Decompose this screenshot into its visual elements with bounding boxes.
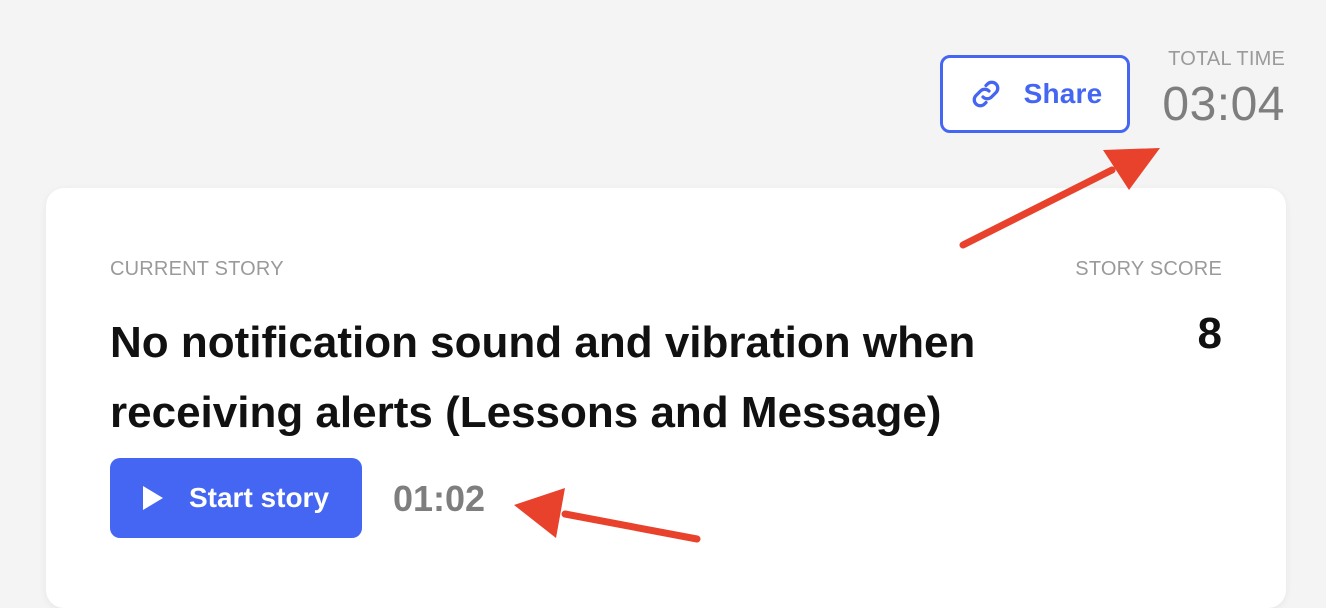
current-story-label: CURRENT STORY [110, 258, 284, 280]
total-time: TOTAL TIME 03:04 [1162, 48, 1285, 132]
total-time-value: 03:04 [1162, 78, 1285, 131]
share-button[interactable]: Share [940, 55, 1130, 133]
story-score-value: 8 [1197, 309, 1222, 358]
story-card: CURRENT STORY STORY SCORE No notificatio… [46, 188, 1286, 608]
share-button-label: Share [1023, 78, 1103, 109]
start-story-button[interactable]: Start story [110, 458, 362, 538]
start-story-label: Start story [188, 482, 330, 513]
play-icon [142, 486, 163, 510]
link-icon [968, 76, 1004, 112]
story-title: No notification sound and vibration when… [110, 318, 976, 437]
total-time-label: TOTAL TIME [1168, 48, 1285, 70]
story-score-label: STORY SCORE [1075, 258, 1222, 280]
story-timer: 01:02 [393, 478, 486, 519]
